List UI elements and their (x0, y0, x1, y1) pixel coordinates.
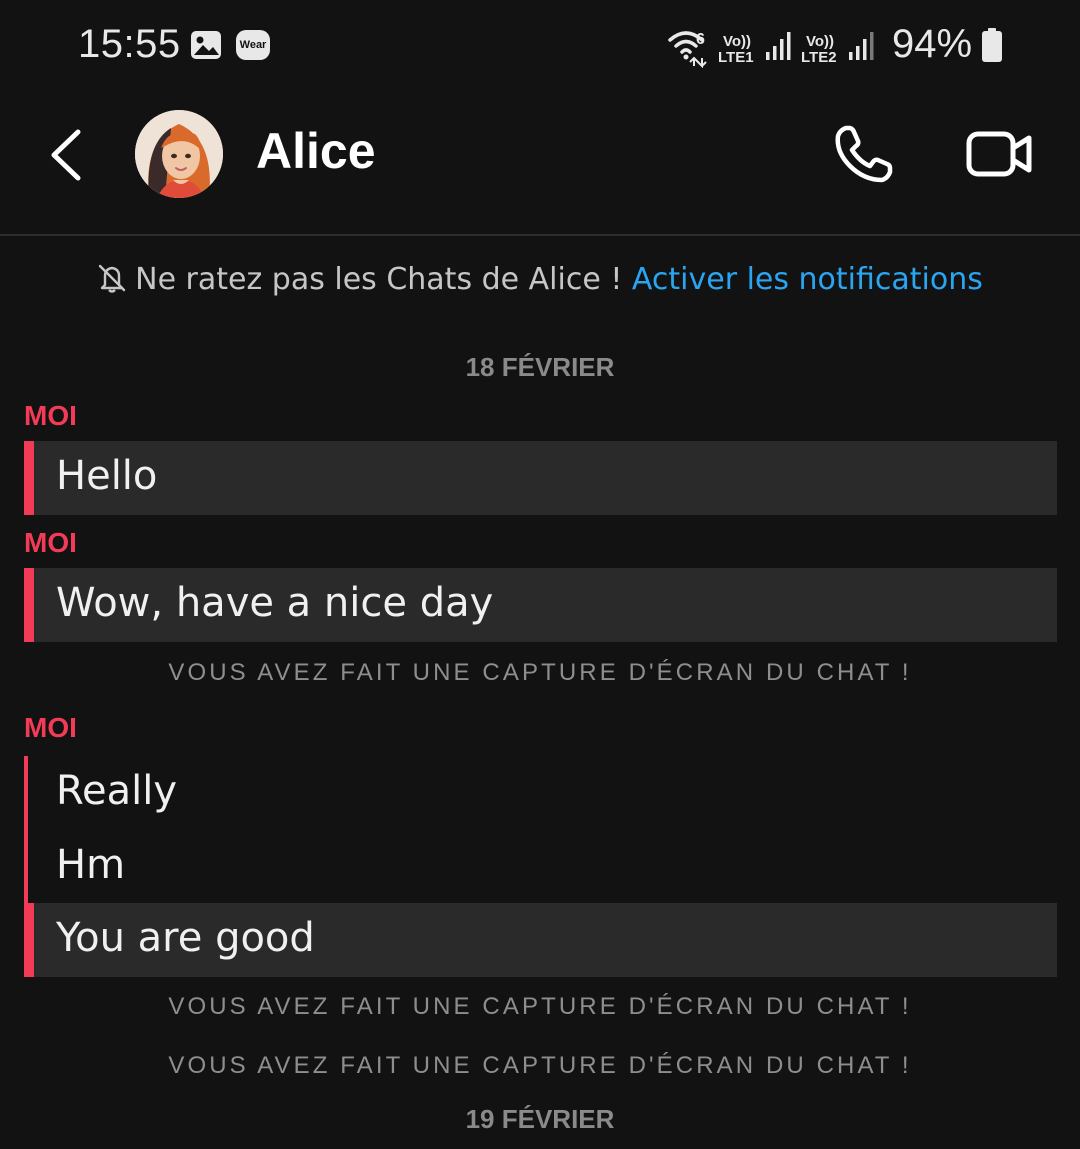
message-bubble[interactable]: Hm (24, 830, 1057, 904)
notification-prompt-text: Ne ratez pas les Chats de Alice ! (135, 262, 623, 297)
battery-percentage: 94% (892, 22, 973, 66)
enable-notifications-link[interactable]: Activer les notifications (632, 262, 983, 297)
message-bubble[interactable]: Wow, have a nice day (24, 568, 1057, 642)
signal-2-icon (849, 32, 874, 60)
lte-2-label: LTE2 (801, 49, 837, 66)
message-bubble[interactable]: Hello (24, 441, 1057, 515)
status-time: 15:55 (78, 22, 181, 66)
screenshot-notice: VOUS AVEZ FAIT UNE CAPTURE D'ÉCRAN DU CH… (168, 659, 912, 686)
message-text: Hm (56, 842, 126, 888)
phone-icon[interactable] (832, 122, 896, 186)
volte-1-label: Vo)) (723, 33, 751, 50)
sender-label: MOI (24, 712, 77, 743)
signal-1-icon (766, 32, 791, 60)
message-text: Wow, have a nice day (56, 580, 494, 626)
wear-notification-icon: Wear (236, 30, 270, 60)
screenshot-notice: VOUS AVEZ FAIT UNE CAPTURE D'ÉCRAN DU CH… (168, 993, 912, 1020)
bell-off-icon (98, 264, 126, 293)
notification-prompt: Ne ratez pas les Chats de Alice ! Active… (0, 262, 1080, 297)
message-bubble[interactable]: Really (24, 756, 1057, 830)
back-arrow-icon[interactable] (40, 124, 96, 186)
status-bar: 15:55 Wear 6 Vo)) LTE1 Vo)) LTE2 94% (0, 0, 1080, 90)
screenshot-notice: VOUS AVEZ FAIT UNE CAPTURE D'ÉCRAN DU CH… (168, 1052, 912, 1079)
sender-label: MOI (24, 400, 77, 431)
battery-icon (982, 28, 1002, 62)
video-camera-icon[interactable] (966, 126, 1034, 182)
gallery-notification-icon (191, 31, 221, 59)
message-bubble[interactable]: You are good (24, 903, 1057, 977)
message-text: You are good (56, 915, 315, 961)
wifi-6-label: 6 (696, 31, 705, 48)
message-text: Really (56, 768, 178, 814)
lte-1-label: LTE1 (718, 49, 754, 66)
chat-header: Alice (0, 90, 1080, 236)
date-separator: 19 FÉVRIER (465, 1104, 615, 1134)
bitmoji-avatar-icon (135, 110, 223, 198)
volte-2-label: Vo)) (806, 33, 834, 50)
contact-name[interactable]: Alice (256, 122, 376, 180)
avatar[interactable] (135, 110, 223, 198)
message-text: Hello (56, 453, 158, 499)
sender-label: MOI (24, 527, 77, 558)
date-separator: 18 FÉVRIER (465, 352, 615, 382)
